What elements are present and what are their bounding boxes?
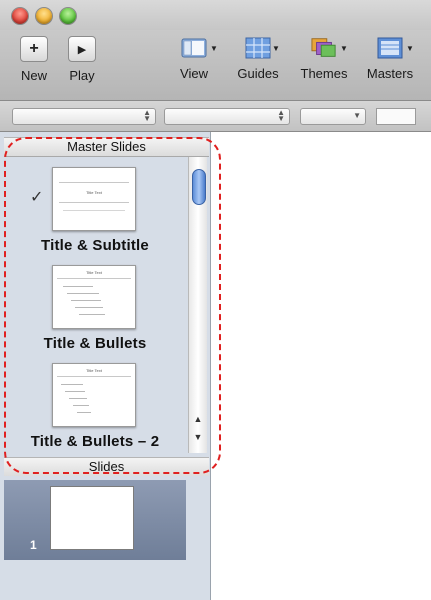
play-icon: ▶ <box>68 36 96 62</box>
view-button[interactable]: View <box>172 36 216 81</box>
master-thumbnail: Title Text <box>52 167 136 231</box>
masters-dropdown-icon: ▼ <box>406 44 414 53</box>
master-label: Title & Subtitle <box>41 237 149 254</box>
slide-thumbnail <box>50 486 134 550</box>
themes-label: Themes <box>300 66 348 81</box>
dropdown-icon: ▼ <box>353 111 361 120</box>
view-icon <box>181 36 207 60</box>
masters-icon <box>377 36 403 60</box>
slides-header: Slides <box>4 457 209 477</box>
updown-icon: ▲ ▼ <box>277 108 285 123</box>
themes-dropdown-icon: ▼ <box>340 44 348 53</box>
guides-icon <box>245 36 271 60</box>
font-size-select[interactable]: ▼ <box>300 108 366 125</box>
guides-label: Guides <box>237 66 279 81</box>
zoom-button[interactable] <box>60 8 76 24</box>
themes-button[interactable]: Themes <box>296 36 352 81</box>
master-slides-header: Master Slides <box>4 137 209 157</box>
thumb-title: Title Text <box>86 190 102 195</box>
guides-dropdown-icon: ▼ <box>272 44 280 53</box>
scroll-thumb[interactable] <box>192 169 206 205</box>
master-slides-list: ✓ Title Text Title & Subtitle Title Text… <box>4 157 186 453</box>
masters-button[interactable]: Masters <box>362 36 418 81</box>
close-button[interactable] <box>12 8 28 24</box>
slide-item[interactable]: 1 <box>4 480 186 560</box>
updown-icon: ▲ ▼ <box>143 108 151 123</box>
master-label: Title & Bullets – 2 <box>30 433 160 450</box>
master-label: Title & Bullets <box>43 335 147 352</box>
master-slides-scrollbar[interactable]: ▲ ▼ <box>188 157 207 453</box>
scroll-down-arrow-icon[interactable]: ▼ <box>192 431 204 443</box>
toolbar: + New ▶ Play View ▼ Guides ▼ Themes ▼ Ma… <box>0 30 431 101</box>
view-label: View <box>180 66 208 81</box>
themes-icon <box>311 36 337 60</box>
format-bar: ▲ ▼ ▲ ▼ ▼ <box>0 101 431 132</box>
new-label: New <box>20 68 47 83</box>
thumb-title: Title Text <box>86 368 102 373</box>
master-item-title-bullets-2[interactable]: Title Text Title & Bullets – 2 <box>4 357 186 453</box>
minimize-button[interactable] <box>36 8 52 24</box>
font-style-select[interactable]: ▲ ▼ <box>164 108 290 125</box>
master-item-title-bullets[interactable]: Title Text Title & Bullets <box>4 257 186 357</box>
scroll-up-arrow-icon[interactable]: ▲ <box>192 413 204 425</box>
master-thumbnail: Title Text <box>52 265 136 329</box>
guides-button[interactable]: Guides <box>234 36 282 81</box>
font-family-select[interactable]: ▲ ▼ <box>12 108 156 125</box>
plus-icon: + <box>20 36 48 62</box>
slides-list: 1 <box>4 476 209 600</box>
view-dropdown-icon: ▼ <box>210 44 218 53</box>
checkmark-icon: ✓ <box>30 189 44 206</box>
master-thumbnail: Title Text <box>52 363 136 427</box>
new-button[interactable]: + New <box>18 36 50 83</box>
window-titlebar <box>0 0 431 30</box>
masters-label: Masters <box>366 66 414 81</box>
master-item-title-subtitle[interactable]: ✓ Title Text Title & Subtitle <box>4 157 186 257</box>
play-label: Play <box>69 68 95 83</box>
color-well[interactable] <box>376 108 416 125</box>
slide-number: 1 <box>30 538 37 552</box>
thumb-title: Title Text <box>86 270 102 275</box>
play-button[interactable]: ▶ Play <box>66 36 98 83</box>
